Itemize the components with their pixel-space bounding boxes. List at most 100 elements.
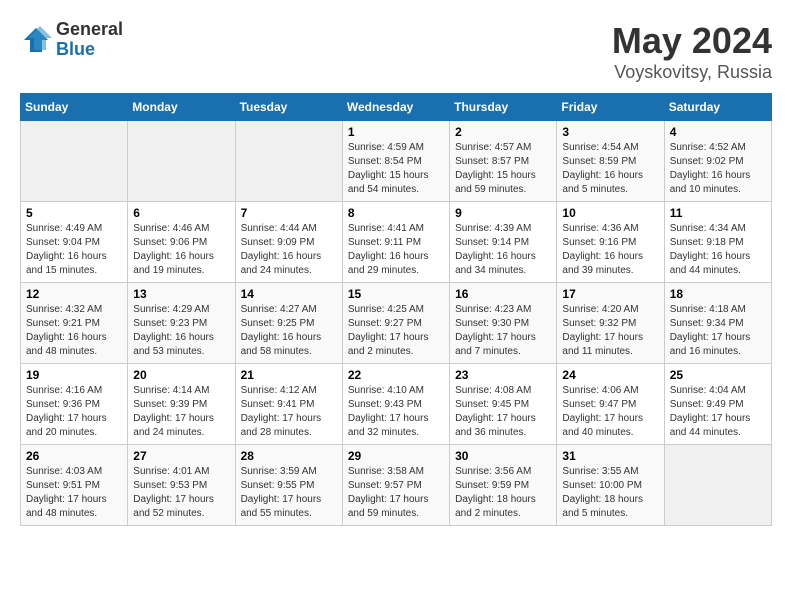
day-info: Sunrise: 4:27 AM Sunset: 9:25 PM Dayligh…	[241, 303, 337, 359]
calendar-cell: 14 Sunrise: 4:27 AM Sunset: 9:25 PM Dayli…	[235, 283, 342, 364]
calendar-body: 1 Sunrise: 4:59 AM Sunset: 8:54 PM Daylig…	[21, 121, 772, 526]
calendar-cell: 21 Sunrise: 4:12 AM Sunset: 9:41 PM Dayli…	[235, 364, 342, 445]
day-number: 22	[348, 368, 444, 382]
day-number: 23	[455, 368, 551, 382]
day-number: 7	[241, 206, 337, 220]
header-day-thursday: Thursday	[450, 94, 557, 121]
page-header: General Blue May 2024 Voyskovitsy, Russi…	[20, 20, 772, 83]
day-number: 11	[670, 206, 766, 220]
day-info: Sunrise: 4:03 AM Sunset: 9:51 PM Dayligh…	[26, 465, 122, 521]
week-row-2: 5 Sunrise: 4:49 AM Sunset: 9:04 PM Daylig…	[21, 202, 772, 283]
day-number: 14	[241, 287, 337, 301]
calendar-cell: 11Sunrise: 4:34 AM Sunset: 9:18 PM Dayli…	[664, 202, 771, 283]
day-number: 30	[455, 449, 551, 463]
calendar-cell: 29Sunrise: 3:58 AM Sunset: 9:57 PM Dayli…	[342, 445, 449, 526]
day-info: Sunrise: 3:55 AM Sunset: 10:00 PM Daylig…	[562, 465, 658, 521]
day-info: Sunrise: 4:04 AM Sunset: 9:49 PM Dayligh…	[670, 384, 766, 440]
calendar-cell: 15Sunrise: 4:25 AM Sunset: 9:27 PM Dayli…	[342, 283, 449, 364]
day-number: 28	[241, 449, 337, 463]
calendar-cell: 23 Sunrise: 4:08 AM Sunset: 9:45 PM Dayli…	[450, 364, 557, 445]
header-day-saturday: Saturday	[664, 94, 771, 121]
week-row-4: 19Sunrise: 4:16 AM Sunset: 9:36 PM Dayli…	[21, 364, 772, 445]
calendar-cell	[664, 445, 771, 526]
day-number: 8	[348, 206, 444, 220]
calendar-cell: 22Sunrise: 4:10 AM Sunset: 9:43 PM Dayli…	[342, 364, 449, 445]
day-number: 4	[670, 125, 766, 139]
day-info: Sunrise: 4:54 AM Sunset: 8:59 PM Dayligh…	[562, 141, 658, 197]
day-number: 25	[670, 368, 766, 382]
day-info: Sunrise: 4:44 AM Sunset: 9:09 PM Dayligh…	[241, 222, 337, 278]
calendar-cell: 20Sunrise: 4:14 AM Sunset: 9:39 PM Dayli…	[128, 364, 235, 445]
day-number: 3	[562, 125, 658, 139]
calendar-cell: 26 Sunrise: 4:03 AM Sunset: 9:51 PM Dayli…	[21, 445, 128, 526]
header-day-wednesday: Wednesday	[342, 94, 449, 121]
day-info: Sunrise: 4:23 AM Sunset: 9:30 PM Dayligh…	[455, 303, 551, 359]
calendar-cell: 6 Sunrise: 4:46 AM Sunset: 9:06 PM Daylig…	[128, 202, 235, 283]
calendar-cell: 2 Sunrise: 4:57 AM Sunset: 8:57 PM Daylig…	[450, 121, 557, 202]
day-info: Sunrise: 4:52 AM Sunset: 9:02 PM Dayligh…	[670, 141, 766, 197]
calendar-cell: 12Sunrise: 4:32 AM Sunset: 9:21 PM Dayli…	[21, 283, 128, 364]
day-number: 5	[26, 206, 122, 220]
title-block: May 2024 Voyskovitsy, Russia	[612, 20, 772, 83]
day-info: Sunrise: 4:12 AM Sunset: 9:41 PM Dayligh…	[241, 384, 337, 440]
logo-text: General Blue	[56, 20, 123, 60]
calendar-cell: 17 Sunrise: 4:20 AM Sunset: 9:32 PM Dayli…	[557, 283, 664, 364]
week-row-5: 26 Sunrise: 4:03 AM Sunset: 9:51 PM Dayli…	[21, 445, 772, 526]
calendar-cell	[235, 121, 342, 202]
day-number: 26	[26, 449, 122, 463]
day-info: Sunrise: 4:49 AM Sunset: 9:04 PM Dayligh…	[26, 222, 122, 278]
day-number: 13	[133, 287, 229, 301]
day-info: Sunrise: 4:46 AM Sunset: 9:06 PM Dayligh…	[133, 222, 229, 278]
day-number: 31	[562, 449, 658, 463]
header-day-monday: Monday	[128, 94, 235, 121]
header-day-friday: Friday	[557, 94, 664, 121]
calendar-cell: 19Sunrise: 4:16 AM Sunset: 9:36 PM Dayli…	[21, 364, 128, 445]
logo-icon	[20, 24, 52, 56]
day-info: Sunrise: 4:41 AM Sunset: 9:11 PM Dayligh…	[348, 222, 444, 278]
day-info: Sunrise: 4:32 AM Sunset: 9:21 PM Dayligh…	[26, 303, 122, 359]
calendar-cell: 18Sunrise: 4:18 AM Sunset: 9:34 PM Dayli…	[664, 283, 771, 364]
day-info: Sunrise: 3:59 AM Sunset: 9:55 PM Dayligh…	[241, 465, 337, 521]
week-row-3: 12Sunrise: 4:32 AM Sunset: 9:21 PM Dayli…	[21, 283, 772, 364]
day-info: Sunrise: 4:39 AM Sunset: 9:14 PM Dayligh…	[455, 222, 551, 278]
day-info: Sunrise: 4:14 AM Sunset: 9:39 PM Dayligh…	[133, 384, 229, 440]
day-number: 16	[455, 287, 551, 301]
calendar-cell: 8 Sunrise: 4:41 AM Sunset: 9:11 PM Daylig…	[342, 202, 449, 283]
calendar-cell: 27Sunrise: 4:01 AM Sunset: 9:53 PM Dayli…	[128, 445, 235, 526]
day-number: 2	[455, 125, 551, 139]
calendar-header: SundayMondayTuesdayWednesdayThursdayFrid…	[21, 94, 772, 121]
day-number: 9	[455, 206, 551, 220]
day-info: Sunrise: 4:25 AM Sunset: 9:27 PM Dayligh…	[348, 303, 444, 359]
calendar-table: SundayMondayTuesdayWednesdayThursdayFrid…	[20, 93, 772, 526]
calendar-cell: 5 Sunrise: 4:49 AM Sunset: 9:04 PM Daylig…	[21, 202, 128, 283]
day-info: Sunrise: 4:59 AM Sunset: 8:54 PM Dayligh…	[348, 141, 444, 197]
calendar-cell: 16 Sunrise: 4:23 AM Sunset: 9:30 PM Dayli…	[450, 283, 557, 364]
day-number: 1	[348, 125, 444, 139]
day-number: 6	[133, 206, 229, 220]
calendar-cell: 25 Sunrise: 4:04 AM Sunset: 9:49 PM Dayli…	[664, 364, 771, 445]
calendar-cell	[128, 121, 235, 202]
header-day-sunday: Sunday	[21, 94, 128, 121]
logo-general: General	[56, 20, 123, 40]
header-row: SundayMondayTuesdayWednesdayThursdayFrid…	[21, 94, 772, 121]
calendar-cell	[21, 121, 128, 202]
day-number: 18	[670, 287, 766, 301]
calendar-cell: 13 Sunrise: 4:29 AM Sunset: 9:23 PM Dayli…	[128, 283, 235, 364]
calendar-cell: 1 Sunrise: 4:59 AM Sunset: 8:54 PM Daylig…	[342, 121, 449, 202]
day-info: Sunrise: 4:08 AM Sunset: 9:45 PM Dayligh…	[455, 384, 551, 440]
day-info: Sunrise: 4:06 AM Sunset: 9:47 PM Dayligh…	[562, 384, 658, 440]
day-number: 17	[562, 287, 658, 301]
day-number: 10	[562, 206, 658, 220]
day-number: 29	[348, 449, 444, 463]
day-info: Sunrise: 4:20 AM Sunset: 9:32 PM Dayligh…	[562, 303, 658, 359]
day-info: Sunrise: 4:57 AM Sunset: 8:57 PM Dayligh…	[455, 141, 551, 197]
day-info: Sunrise: 3:56 AM Sunset: 9:59 PM Dayligh…	[455, 465, 551, 521]
week-row-1: 1 Sunrise: 4:59 AM Sunset: 8:54 PM Daylig…	[21, 121, 772, 202]
calendar-cell: 24Sunrise: 4:06 AM Sunset: 9:47 PM Dayli…	[557, 364, 664, 445]
day-number: 19	[26, 368, 122, 382]
calendar-cell: 4 Sunrise: 4:52 AM Sunset: 9:02 PM Daylig…	[664, 121, 771, 202]
day-info: Sunrise: 4:29 AM Sunset: 9:23 PM Dayligh…	[133, 303, 229, 359]
day-number: 21	[241, 368, 337, 382]
day-number: 27	[133, 449, 229, 463]
calendar-cell: 7 Sunrise: 4:44 AM Sunset: 9:09 PM Daylig…	[235, 202, 342, 283]
